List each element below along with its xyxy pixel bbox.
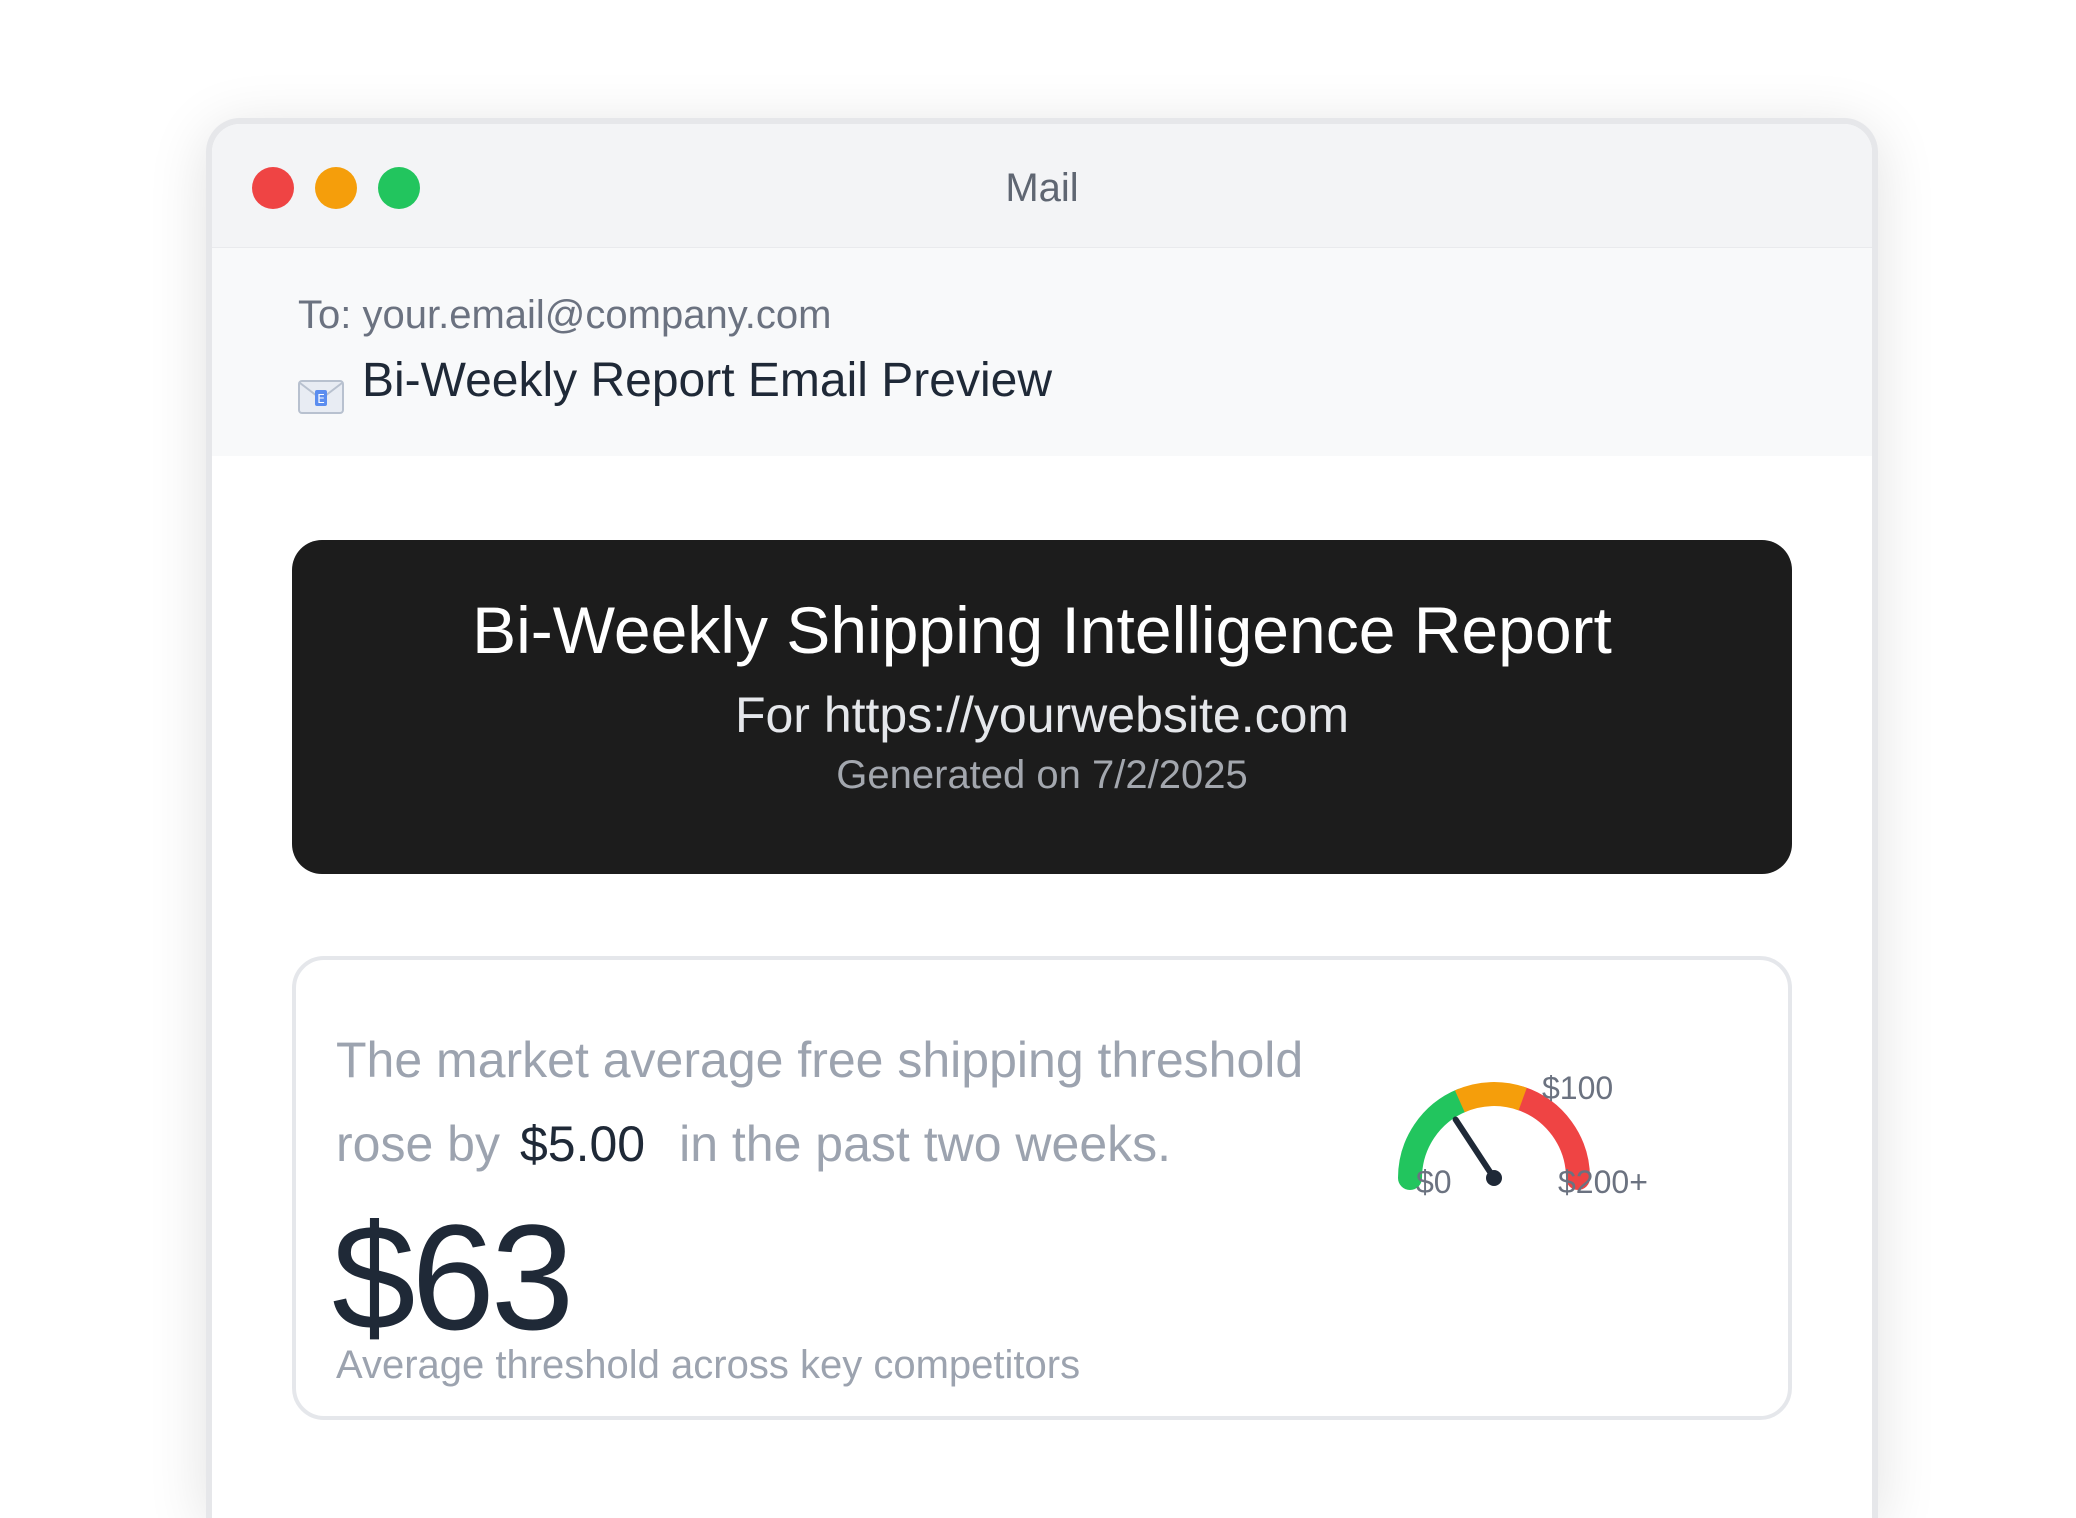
- envelope-icon: E: [298, 364, 344, 414]
- report-title: Bi-Weekly Shipping Intelligence Report: [472, 593, 1612, 667]
- gauge-needle-hub: [1486, 1170, 1502, 1186]
- gauge-max-label: $200+: [1558, 1164, 1648, 1200]
- mail-window: Mail To: your.email@company.com E Bi-Wee…: [206, 118, 1878, 1518]
- gauge-needle: [1452, 1116, 1497, 1181]
- subject-line: E Bi-Weekly Report Email Preview: [298, 346, 1872, 416]
- email-header: To: your.email@company.com E Bi-Weekly R…: [212, 248, 1872, 456]
- threshold-delta: $5.00: [519, 1116, 646, 1172]
- report-banner: Bi-Weekly Shipping Intelligence Report F…: [292, 540, 1792, 874]
- gauge-min-label: $0: [1416, 1164, 1452, 1200]
- threshold-card: The market average free shipping thresho…: [292, 956, 1792, 1420]
- gauge-arc-mid: [1454, 1082, 1527, 1113]
- gauge-mid-label: $100: [1542, 1070, 1614, 1106]
- email-body: Bi-Weekly Shipping Intelligence Report F…: [212, 456, 1872, 1420]
- window-title: Mail: [1005, 166, 1079, 210]
- summary-text-end: in the past two weeks.: [679, 1116, 1172, 1172]
- svg-text:E: E: [317, 392, 325, 406]
- window-titlebar: Mail: [212, 124, 1872, 248]
- average-threshold-caption: Average threshold across key competitors: [336, 1343, 1081, 1387]
- threshold-gauge: $100 $0 $200+: [1396, 1060, 1696, 1260]
- average-threshold-value: $63: [332, 1193, 574, 1361]
- email-subject: Bi-Weekly Report Email Preview: [362, 354, 1052, 407]
- threshold-summary: The market average free shipping thresho…: [336, 1018, 1376, 1186]
- recipient-line: To: your.email@company.com: [298, 293, 832, 337]
- report-site: For https://yourwebsite.com: [734, 687, 1350, 743]
- report-date: Generated on 7/2/2025: [836, 753, 1248, 797]
